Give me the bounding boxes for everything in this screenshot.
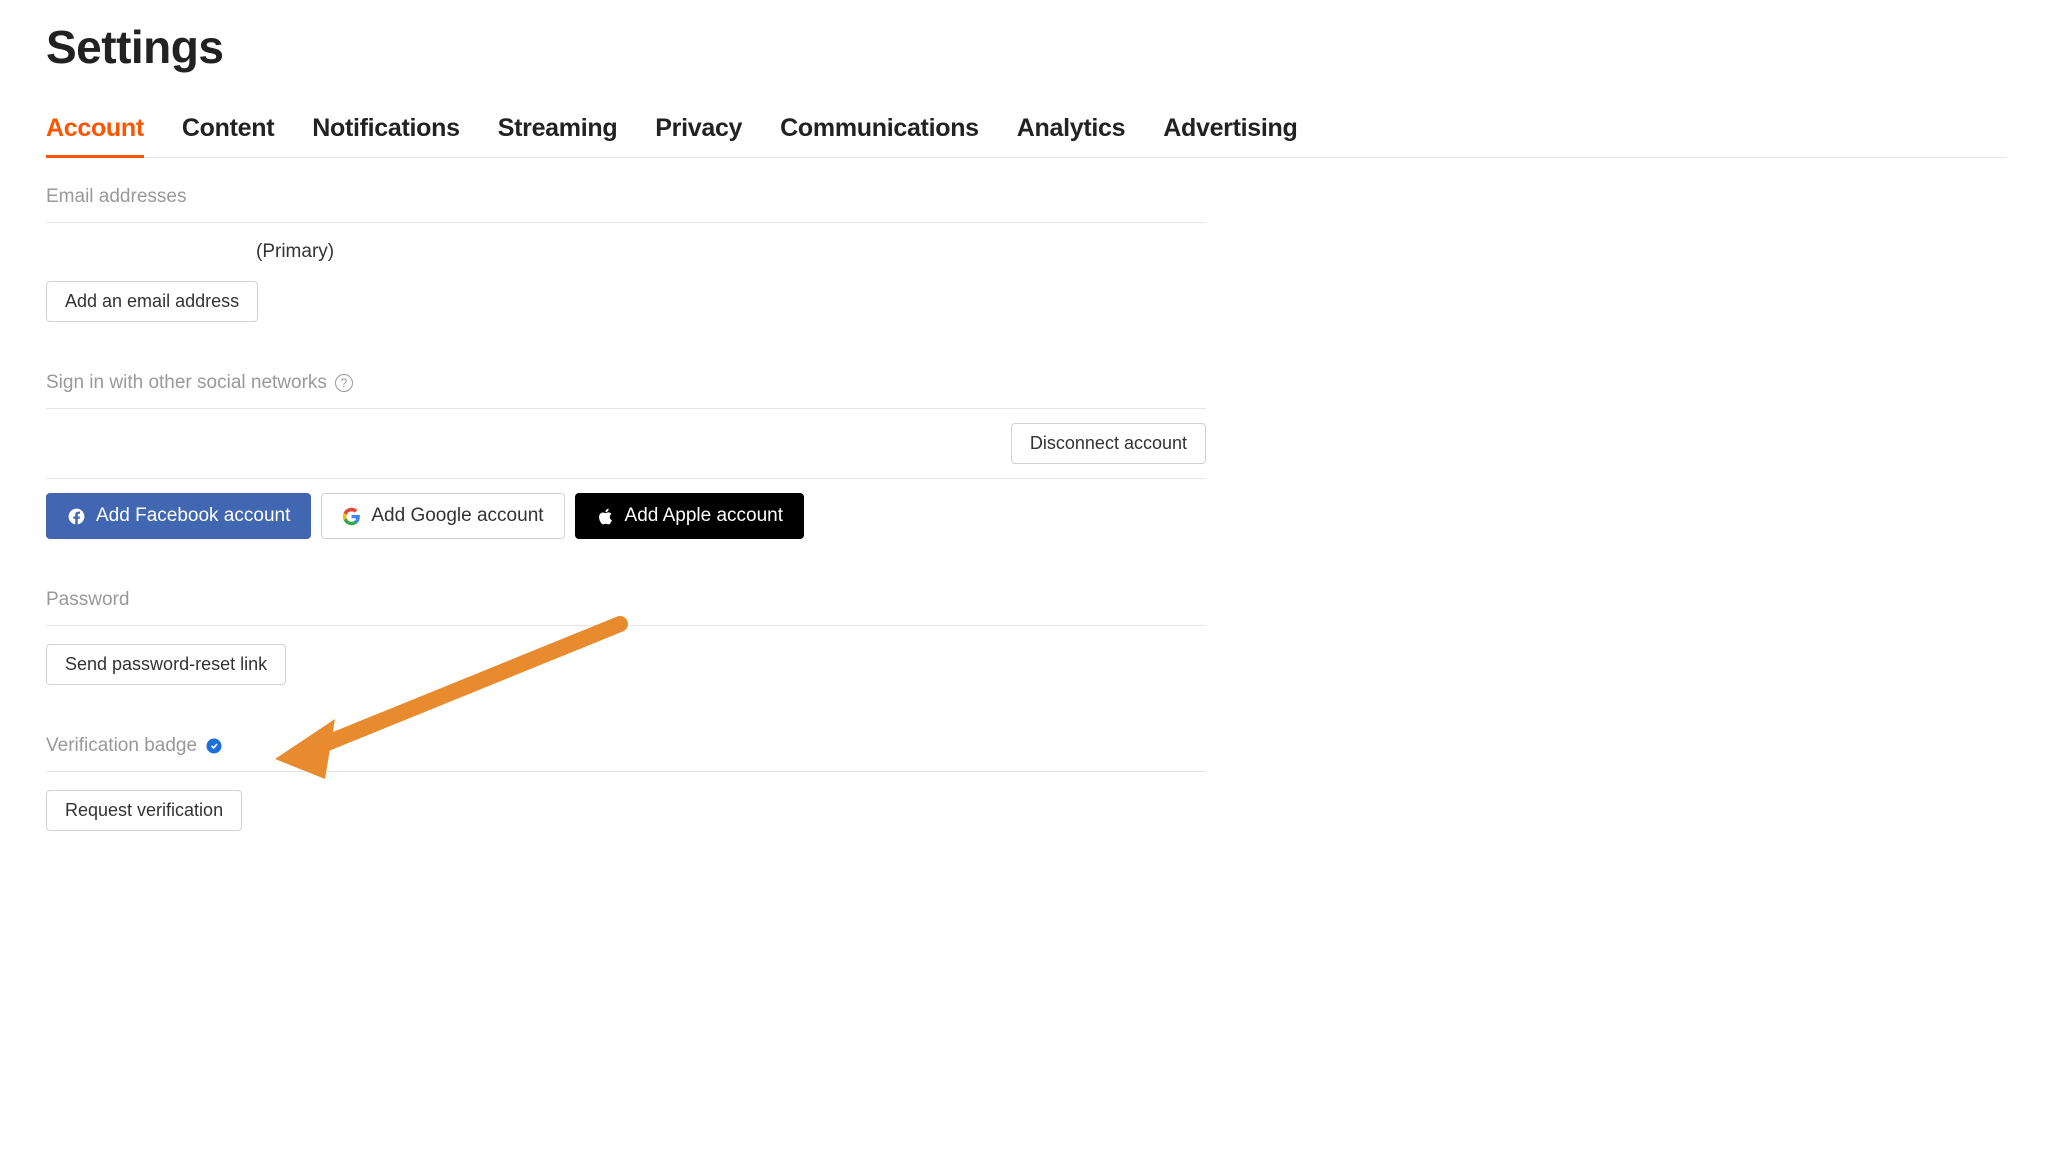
facebook-icon [67,507,86,526]
add-apple-button[interactable]: Add Apple account [575,493,804,539]
google-icon [342,507,361,526]
disconnect-account-button[interactable]: Disconnect account [1011,423,1206,464]
tab-account[interactable]: Account [46,114,144,157]
add-email-button[interactable]: Add an email address [46,281,258,322]
email-primary-row: (Primary) [46,223,1206,281]
connected-account-row: Disconnect account [46,409,1206,479]
tabs-bar: Account Content Notifications Streaming … [46,114,2006,158]
tab-privacy[interactable]: Privacy [655,114,742,157]
tab-analytics[interactable]: Analytics [1017,114,1125,157]
password-section-title: Password [46,589,1206,626]
request-verification-button[interactable]: Request verification [46,790,242,831]
tab-communications[interactable]: Communications [780,114,979,157]
add-google-button[interactable]: Add Google account [321,493,564,539]
google-button-label: Add Google account [371,505,543,527]
email-section-title: Email addresses [46,186,1206,223]
send-password-reset-button[interactable]: Send password-reset link [46,644,286,685]
verification-title-text: Verification badge [46,735,197,757]
social-title-text: Sign in with other social networks [46,372,327,394]
section-social: Sign in with other social networks ? Dis… [46,372,1206,539]
verification-section-title: Verification badge [46,735,1206,772]
tab-notifications[interactable]: Notifications [312,114,460,157]
facebook-button-label: Add Facebook account [96,505,290,527]
tab-content[interactable]: Content [182,114,274,157]
tab-streaming[interactable]: Streaming [498,114,618,157]
tab-advertising[interactable]: Advertising [1163,114,1297,157]
apple-icon [596,507,615,526]
verified-badge-icon [205,737,223,755]
section-email: Email addresses (Primary) Add an email a… [46,186,1206,322]
section-password: Password Send password-reset link [46,589,1206,685]
apple-button-label: Add Apple account [625,505,783,527]
social-buttons-row: Add Facebook account Add Google account … [46,493,1206,539]
help-icon[interactable]: ? [335,374,353,392]
add-facebook-button[interactable]: Add Facebook account [46,493,311,539]
page-title: Settings [46,20,2006,74]
social-section-title: Sign in with other social networks ? [46,372,1206,409]
section-verification: Verification badge Request verification [46,735,1206,831]
